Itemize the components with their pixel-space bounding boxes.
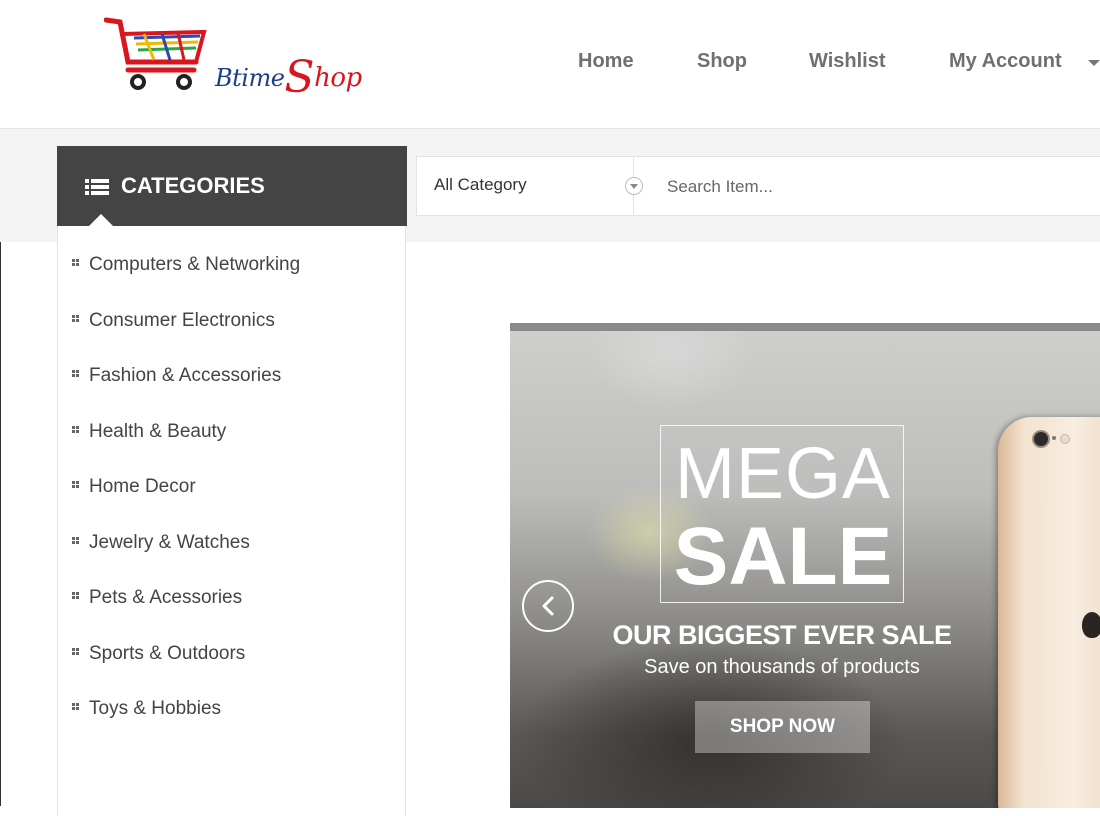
category-item[interactable]: Jewelry & Watches	[72, 532, 250, 558]
bullet-icon	[72, 370, 79, 377]
category-label: Sports & Outdoors	[89, 643, 246, 664]
category-item[interactable]: Consumer Electronics	[72, 310, 275, 336]
category-label: Home Decor	[89, 476, 196, 497]
main-nav: Home Shop Wishlist My Account	[0, 50, 1100, 80]
bullet-icon	[72, 592, 79, 599]
banner-headline: OUR BIGGEST EVER SALE	[612, 620, 952, 650]
bullet-icon	[72, 537, 79, 544]
apple-logo-icon	[1082, 612, 1100, 638]
category-item[interactable]: Health & Beauty	[72, 421, 226, 447]
slider-prev-button[interactable]	[522, 580, 574, 632]
category-label: Jewelry & Watches	[89, 532, 250, 553]
dropdown-icon[interactable]	[625, 177, 643, 195]
category-label: Consumer Electronics	[89, 310, 275, 331]
caret-down-icon[interactable]	[1088, 60, 1100, 66]
phone-camera	[1032, 430, 1050, 448]
categories-header[interactable]: CATEGORIES	[57, 146, 407, 226]
banner-subline: Save on thousands of products	[644, 656, 920, 678]
bullet-icon	[72, 315, 79, 322]
category-item[interactable]: Sports & Outdoors	[72, 643, 245, 669]
nav-shop[interactable]: Shop	[697, 50, 747, 73]
shop-now-button[interactable]: SHOP NOW	[695, 701, 870, 753]
category-item[interactable]: Pets & Acessories	[72, 587, 242, 613]
bullet-icon	[72, 259, 79, 266]
banner-top-bar	[510, 323, 1100, 331]
nav-my-account[interactable]: My Account	[949, 50, 1062, 73]
list-icon	[85, 179, 109, 195]
category-list: Computers & Networking Consumer Electron…	[57, 226, 406, 816]
sale-text: SALE	[673, 511, 893, 602]
bullet-icon	[72, 648, 79, 655]
category-item[interactable]: Computers & Networking	[72, 254, 300, 280]
category-label: Pets & Acessories	[89, 587, 243, 608]
category-label: Fashion & Accessories	[89, 365, 282, 386]
category-item[interactable]: Home Decor	[72, 476, 196, 502]
bullet-icon	[72, 426, 79, 433]
site-header: BtimeShop Home Shop Wishlist My Account	[0, 0, 1100, 129]
categories-title: CATEGORIES	[121, 173, 265, 198]
phone-image: iPh	[998, 417, 1100, 808]
hero-banner: iPh MEGA SALE OUR BIGGEST EVER SALE Save…	[510, 323, 1100, 808]
bullet-icon	[72, 481, 79, 488]
mega-sale-box: MEGA SALE	[660, 425, 904, 603]
category-label: Health & Beauty	[89, 421, 227, 442]
category-label: Toys & Hobbies	[89, 698, 222, 719]
category-item[interactable]: Fashion & Accessories	[72, 365, 281, 391]
search-input[interactable]	[665, 169, 1089, 205]
bullet-icon	[72, 703, 79, 710]
search-bar: All Category	[416, 156, 1100, 216]
categories-notch	[89, 214, 113, 226]
mega-text: MEGA	[674, 434, 892, 514]
phone-mic	[1060, 434, 1070, 444]
chevron-left-icon	[542, 596, 554, 616]
nav-wishlist[interactable]: Wishlist	[809, 50, 886, 73]
category-item[interactable]: Toys & Hobbies	[72, 698, 221, 724]
nav-home[interactable]: Home	[578, 50, 634, 73]
search-category-select[interactable]: All Category	[434, 175, 527, 195]
phone-flash	[1052, 436, 1056, 440]
category-label: Computers & Networking	[89, 254, 301, 275]
